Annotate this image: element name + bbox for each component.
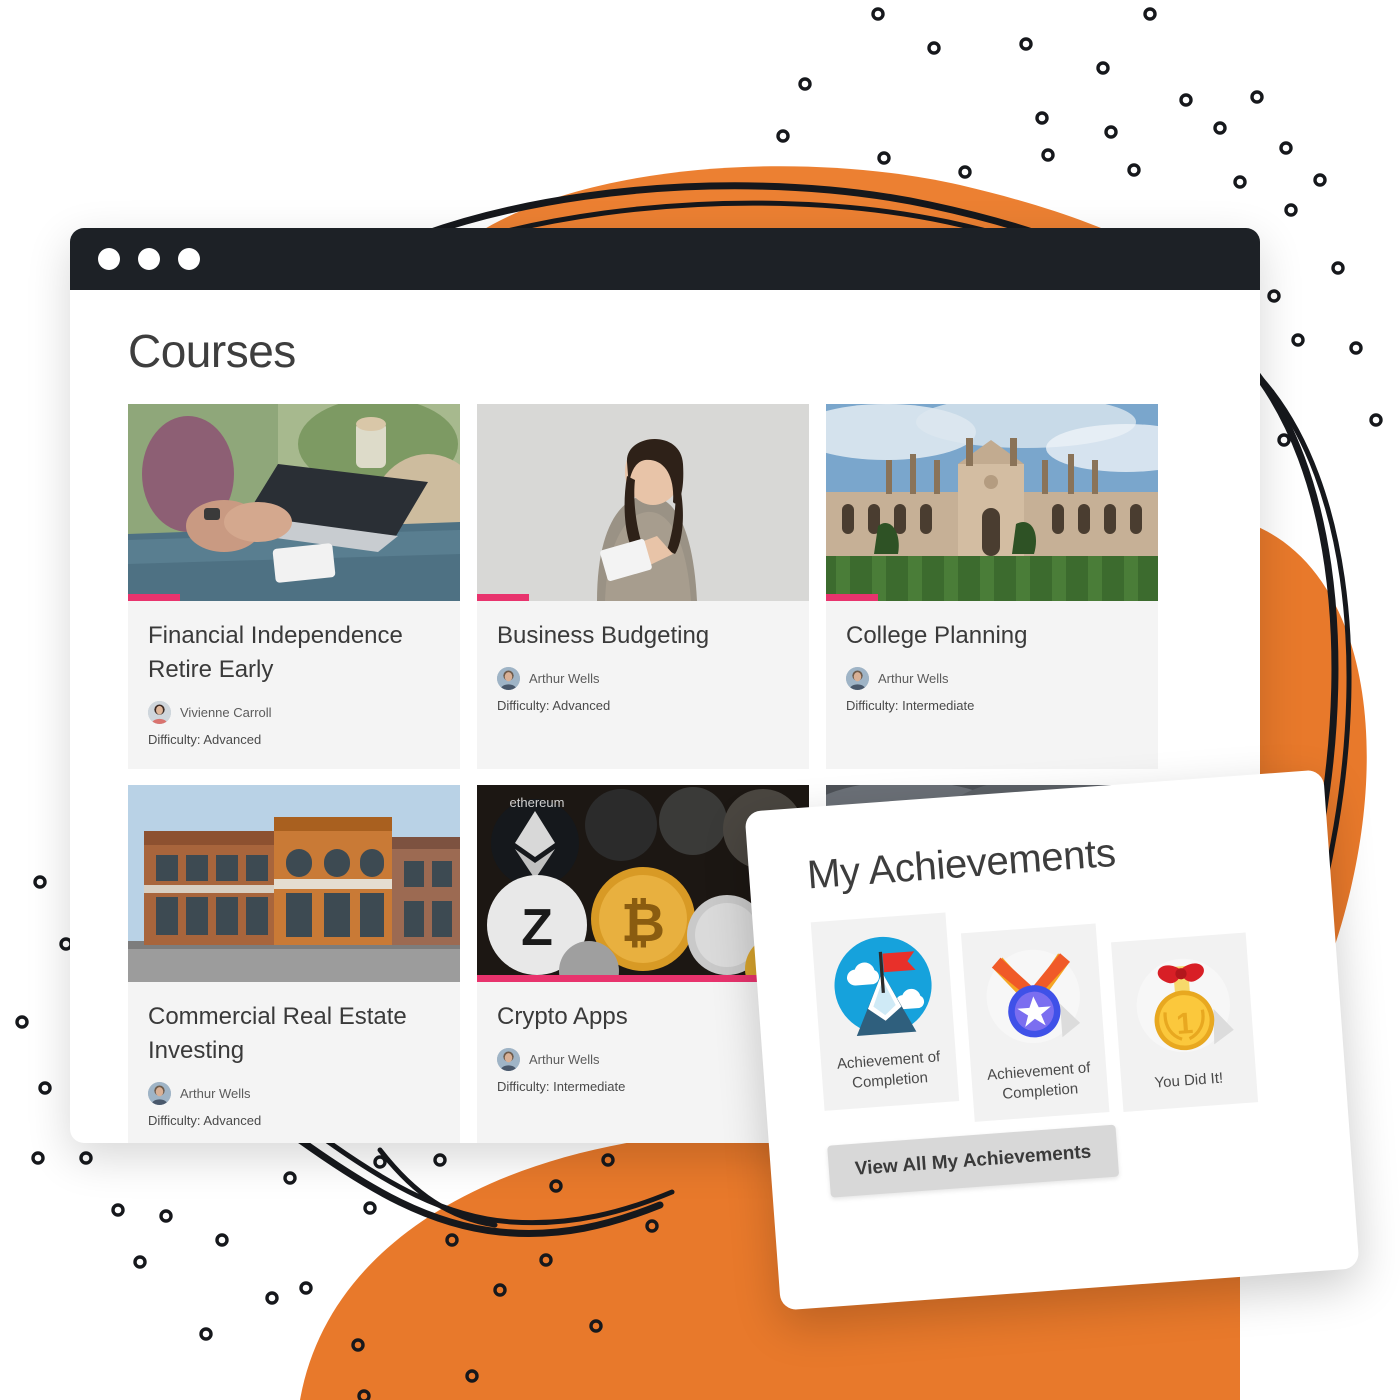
card-accent-bar: [477, 594, 529, 601]
svg-text:Z: Z: [521, 899, 553, 957]
course-card[interactable]: Business Budgeting Arthur Wells Difficul…: [477, 404, 809, 770]
course-card[interactable]: College Planning Arthur Wells Difficulty…: [826, 404, 1158, 770]
swoosh-line-5: [296, 1136, 664, 1237]
course-title: Financial Independence Retire Early: [148, 622, 403, 684]
course-instructor-name: Arthur Wells: [180, 1086, 251, 1102]
course-instructor-row: Vivienne Carroll: [148, 701, 440, 725]
course-instructor-name: Arthur Wells: [878, 671, 949, 687]
course-difficulty: Difficulty: Advanced: [148, 732, 262, 748]
avatar: [846, 667, 869, 691]
traffic-light-minimize-dot[interactable]: [138, 248, 160, 270]
course-title: College Planning: [846, 622, 1028, 649]
card-accent-bar: [128, 594, 180, 601]
course-card[interactable]: Commercial Real Estate Investing Arthur …: [128, 785, 460, 1143]
course-instructor-name: Vivienne Carroll: [180, 705, 272, 721]
avatar: [148, 1082, 171, 1106]
course-card-body: Financial Independence Retire Early Vivi…: [128, 601, 460, 769]
course-instructor-row: Arthur Wells: [846, 667, 1138, 691]
traffic-light-maximize-dot[interactable]: [178, 248, 200, 270]
course-title: Commercial Real Estate Investing: [148, 1003, 407, 1065]
course-instructor-row: Arthur Wells: [148, 1082, 440, 1106]
swoosh-line-7: [377, 1147, 498, 1228]
course-card-body: Business Budgeting Arthur Wells Difficul…: [477, 601, 809, 735]
achievement-tile[interactable]: Achievement of Completion: [810, 912, 960, 1111]
avatar: [148, 701, 171, 725]
traffic-light-close-dot[interactable]: [98, 248, 120, 270]
svg-text:ethereum: ethereum: [510, 795, 565, 810]
avatar: [497, 667, 520, 691]
svg-text:₿: ₿: [621, 893, 665, 953]
course-instructor-row: Arthur Wells: [497, 667, 789, 691]
course-card-body: Commercial Real Estate Investing Arthur …: [128, 982, 460, 1143]
course-thumbnail-woman-tablet: [477, 404, 809, 601]
achievement-badge-row: Achievement of Completion Achievement of…: [810, 887, 1303, 1133]
achievement-tile[interactable]: 1 You Did It!: [1111, 932, 1259, 1112]
achievement-tile[interactable]: Achievement of Completion: [960, 923, 1110, 1122]
course-difficulty: Difficulty: Intermediate: [846, 698, 975, 714]
my-achievements-panel: My Achievements Achievement of Completio…: [744, 769, 1360, 1311]
card-accent-bar: [826, 594, 878, 601]
course-difficulty: Difficulty: Advanced: [148, 1113, 262, 1129]
swoosh-line-6: [309, 1127, 675, 1226]
view-all-achievements-button[interactable]: View All My Achievements: [827, 1124, 1120, 1198]
star-medal-ribbon-icon: [986, 949, 1081, 1044]
course-instructor-row: Arthur Wells: [497, 1048, 789, 1072]
course-title: Crypto Apps: [497, 1003, 628, 1031]
course-title: Business Budgeting: [497, 622, 710, 649]
course-instructor-name: Arthur Wells: [529, 671, 600, 687]
course-card-body: College Planning Arthur Wells Difficulty…: [826, 601, 1158, 735]
achievement-label: You Did It!: [1153, 1069, 1224, 1092]
avatar: [497, 1048, 520, 1072]
gold-medal-bow-icon: 1: [1136, 958, 1234, 1053]
course-thumbnail-university-campus: [826, 404, 1158, 601]
mountain-flag-badge-icon: [834, 936, 932, 1036]
achievement-label: Achievement of Completion: [986, 1059, 1091, 1103]
browser-titlebar: [70, 228, 1260, 290]
page-title: Courses: [128, 325, 296, 377]
course-thumbnail-commercial-building: [128, 785, 460, 983]
course-difficulty: Difficulty: Advanced: [497, 698, 611, 714]
svg-text:1: 1: [1175, 1007, 1194, 1041]
course-instructor-name: Arthur Wells: [529, 1052, 600, 1068]
course-difficulty: Difficulty: Intermediate: [497, 1079, 626, 1095]
achievements-panel-title: My Achievements: [805, 830, 1118, 898]
course-card[interactable]: Financial Independence Retire Early Vivi…: [128, 404, 460, 770]
achievement-label: Achievement of Completion: [836, 1048, 941, 1092]
course-thumbnail-laptop-outdoors: [128, 404, 460, 601]
